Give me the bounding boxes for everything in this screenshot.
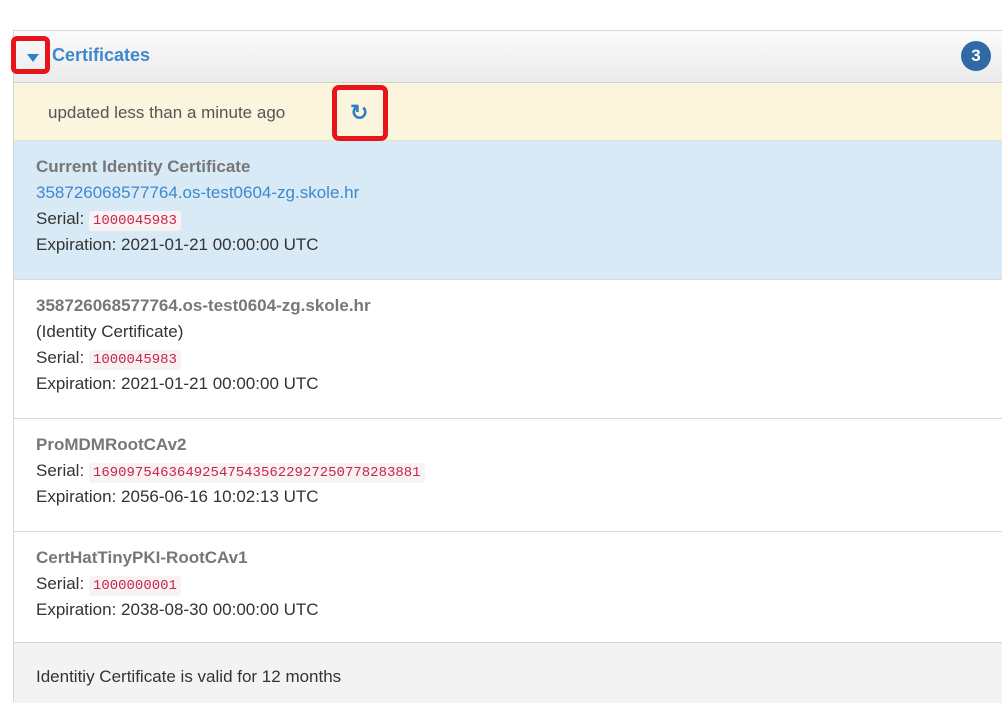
certificate-expiration: Expiration: 2021-01-21 00:00:00 UTC <box>36 235 319 254</box>
certificate-name: CertHatTinyPKI-RootCAv1 <box>36 548 248 567</box>
certificate-name: ProMDMRootCAv2 <box>36 435 187 454</box>
panel-title: Certificates <box>52 45 151 65</box>
update-status-bar: updated less than a minute ago ↻ <box>14 83 1002 141</box>
caret-down-icon <box>27 54 39 62</box>
certificates-panel: Certificates 3 updated less than a minut… <box>11 30 1002 703</box>
serial-value: 1000000001 <box>88 576 181 596</box>
certificate-link[interactable]: 358726068577764.os-test0604-zg.skole.hr <box>36 183 1002 203</box>
list-item: 358726068577764.os-test0604-zg.skole.hr … <box>14 280 1002 419</box>
footer-note: Identitiy Certificate is valid for 12 mo… <box>36 667 342 686</box>
serial-label: Serial: <box>36 574 85 593</box>
certificate-serial: Serial: 1000045983 <box>36 209 1002 231</box>
serial-label: Serial: <box>36 348 85 367</box>
serial-label: Serial: <box>36 461 85 480</box>
serial-value: 1000045983 <box>88 211 181 231</box>
certificate-expiration: Expiration: 2021-01-21 00:00:00 UTC <box>36 374 319 393</box>
refresh-icon: ↻ <box>350 100 369 125</box>
certificate-serial: Serial: 16909754636492547543562292725077… <box>36 461 1002 483</box>
current-identity-certificate: Current Identity Certificate 35872606857… <box>14 141 1002 280</box>
certificate-serial: Serial: 1000045983 <box>36 348 1002 370</box>
certificate-expiration: Expiration: 2056-06-16 10:02:13 UTC <box>36 487 319 506</box>
panel-header[interactable]: Certificates 3 <box>11 31 1002 83</box>
status-text: updated less than a minute ago <box>48 103 286 122</box>
serial-label: Serial: <box>36 209 85 228</box>
certificate-serial: Serial: 1000000001 <box>36 574 1002 596</box>
collapse-toggle-button[interactable] <box>11 36 50 74</box>
certificate-type: (Identity Certificate) <box>36 322 184 341</box>
panel-footer: Identitiy Certificate is valid for 12 mo… <box>14 643 1002 703</box>
list-item: ProMDMRootCAv2 Serial: 16909754636492547… <box>14 419 1002 532</box>
serial-value: 169097546364925475435622927250778283881 <box>88 463 425 483</box>
certificate-expiration: Expiration: 2038-08-30 00:00:00 UTC <box>36 600 319 619</box>
certificate-name: 358726068577764.os-test0604-zg.skole.hr <box>36 296 371 315</box>
list-item: CertHatTinyPKI-RootCAv1 Serial: 10000000… <box>14 532 1002 643</box>
certificate-name: Current Identity Certificate <box>36 157 251 176</box>
serial-value: 1000045983 <box>88 350 181 370</box>
refresh-button[interactable]: ↻ <box>332 85 388 141</box>
count-badge: 3 <box>961 41 991 71</box>
